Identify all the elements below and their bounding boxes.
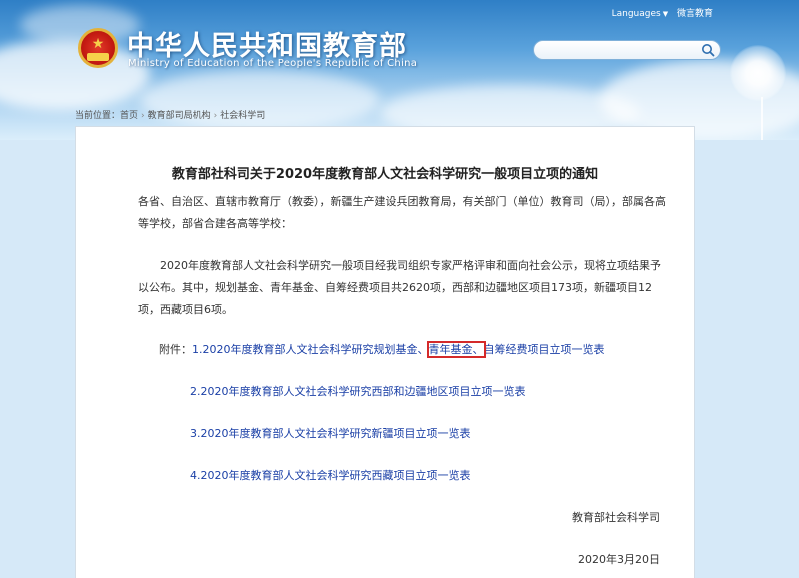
dandelion-head [730,45,786,101]
national-emblem-icon: ★ [78,28,118,68]
article-title: 教育部社科司关于2020年度教育部人文社会科学研究一般项目立项的通知 [171,167,599,182]
attachment-link-4[interactable]: 4.2020年度教育部人文社会科学研究西藏项目立项一览表 [190,469,471,482]
chevron-right-icon: › [141,111,145,121]
dandelion-stem [761,97,763,140]
chevron-down-icon: ▼ [662,10,669,18]
attachment-link-text: 自筹经费项目立项一览表 [483,343,605,356]
article-panel: 教育部社科司关于2020年度教育部人文社会科学研究一般项目立项的通知 各省、自治… [75,126,695,578]
top-links: Languages ▼ 微言教育 [600,6,713,19]
breadcrumb-social-science[interactable]: 社会科学司 [220,111,265,121]
breadcrumb-home[interactable]: 首页 [120,111,138,121]
emblem-base [87,53,109,61]
article-recipients: 各省、自治区、直辖市教育厅（教委），新疆生产建设兵团教育局，有关部门（单位）教育… [138,195,666,230]
attachment-item: 2.2020年度教育部人文社会科学研究西部和边疆地区项目立项一览表 [190,383,526,401]
chevron-right-icon: › [213,111,218,121]
breadcrumb-prefix: 当前位置： [75,111,121,121]
attachment-item: 附件：1.2020年度教育部人文社会科学研究规划基金、青年基金、自筹经费项目立项… [159,341,605,359]
languages-link[interactable]: Languages ▼ [606,9,669,19]
attachment-link-2[interactable]: 2.2020年度教育部人文社会科学研究西部和边疆地区项目立项一览表 [190,385,526,398]
article-body: 2020年度教育部人文社会科学研究一般项目经我司组织专家严格评审和面向社会公示，… [138,259,661,316]
weibo-link[interactable]: 微言教育 [677,9,713,19]
article-date: 2020年3月20日 [578,553,660,566]
attachment-link-3[interactable]: 3.2020年度教育部人文社会科学研究新疆项目立项一览表 [190,427,471,440]
star-icon: ★ [91,36,105,52]
attachment-item: 4.2020年度教育部人文社会科学研究西藏项目立项一览表 [190,467,471,485]
highlighted-text: 青年基金、 [426,341,486,358]
search-input[interactable] [544,43,694,57]
search-box [533,40,721,60]
article-signature: 教育部社会科学司 [572,511,660,524]
attachment-label: 附件： [159,343,192,356]
attachment-link-text: 1.2020年度教育部人文社会科学研究规划基金、 [192,343,429,356]
attachment-item: 3.2020年度教育部人文社会科学研究新疆项目立项一览表 [190,425,471,443]
breadcrumb: 当前位置：首页 › 教育部司局机构 › 社会科学司 [75,108,265,121]
site-subtitle: Ministry of Education of the People's Re… [128,58,418,69]
attachment-link-1[interactable]: 1.2020年度教育部人文社会科学研究规划基金、青年基金、自筹经费项目立项一览表 [192,341,605,358]
dandelion-decoration [715,35,795,140]
search-icon[interactable] [701,43,715,57]
cloud-decoration [140,70,380,130]
breadcrumb-departments[interactable]: 教育部司局机构 [148,111,211,121]
languages-label: Languages [611,9,661,19]
